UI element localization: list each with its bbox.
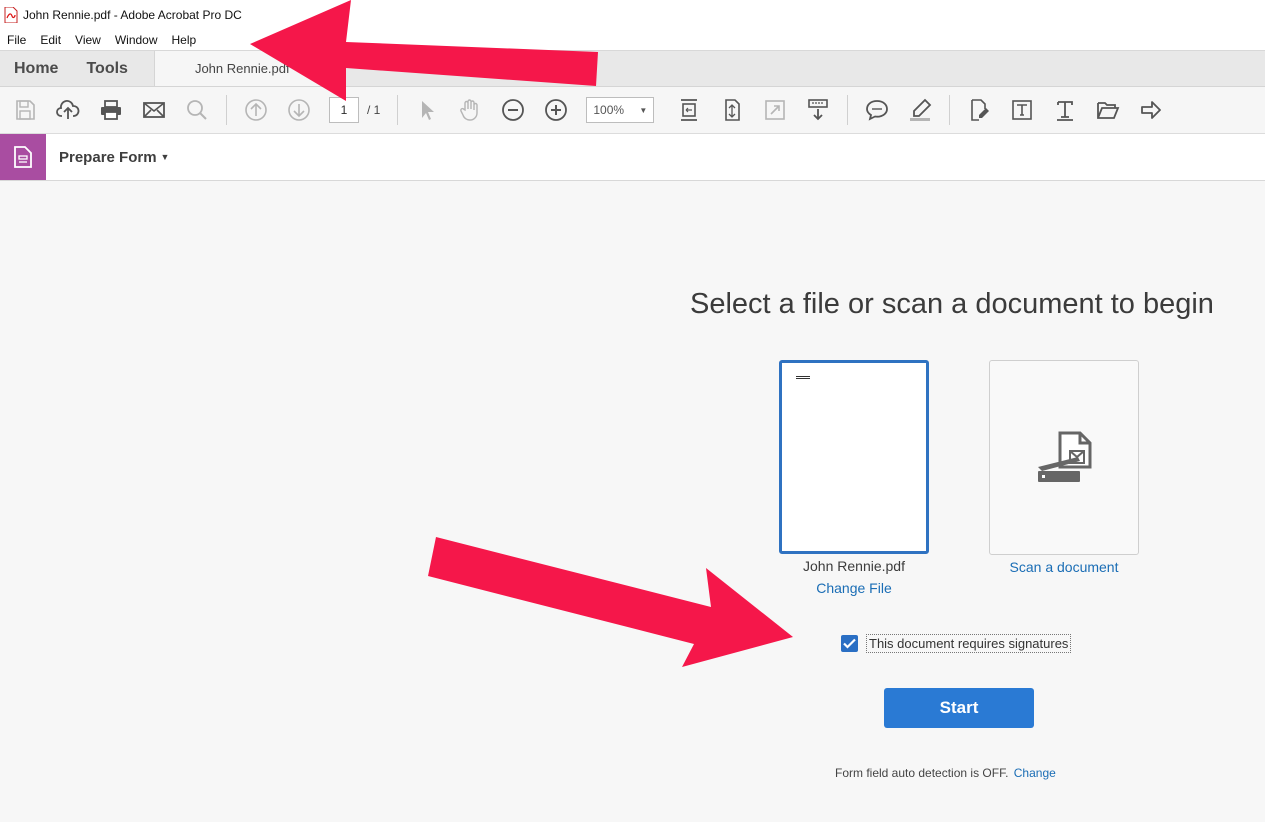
tab-document[interactable]: John Rennie.pdf [153, 51, 344, 86]
arrow-right-icon [1141, 101, 1162, 119]
prepare-form-bar: Prepare Form ▼ [0, 134, 1265, 181]
arrow-down-circle-icon [288, 99, 310, 121]
menu-bar: File Edit View Window Help [0, 30, 1265, 50]
zoom-in-button[interactable] [539, 93, 573, 127]
zoom-level-select[interactable]: 100% ▼ [586, 97, 655, 123]
cloud-upload-icon [56, 100, 80, 119]
save-icon [16, 100, 35, 120]
save-button[interactable] [8, 93, 42, 127]
prepare-form-menu[interactable]: Prepare Form ▼ [59, 149, 169, 166]
page-total: / 1 [367, 103, 381, 117]
add-text-button[interactable] [1048, 93, 1082, 127]
select-tool-button[interactable] [410, 93, 444, 127]
start-button[interactable]: Start [884, 688, 1034, 728]
folder-open-icon [1097, 102, 1120, 119]
open-folder-button[interactable] [1091, 93, 1125, 127]
scanner-icon [1038, 431, 1092, 482]
arrow-up-circle-icon [245, 99, 267, 121]
auto-detection-text: Form field auto detection is OFF. [835, 766, 1009, 780]
hand-icon [460, 99, 479, 121]
form-document-icon [14, 146, 32, 168]
next-page-button[interactable] [282, 93, 316, 127]
text-t-icon [1057, 101, 1074, 121]
keyboard-input-button[interactable] [801, 93, 835, 127]
menu-file[interactable]: File [0, 33, 33, 47]
prepare-form-title: Prepare Form [59, 148, 157, 166]
change-file-link[interactable]: Change File [779, 580, 929, 596]
toolbar-divider [226, 95, 227, 125]
main-toolbar: 1 / 1 100% ▼ [0, 87, 1265, 134]
print-button[interactable] [94, 93, 128, 127]
auto-detection-status: Form field auto detection is OFF. Change [835, 766, 1056, 780]
upload-cloud-button[interactable] [51, 93, 85, 127]
scan-document-card[interactable] [989, 360, 1139, 555]
edit-pdf-button[interactable] [962, 93, 996, 127]
tab-bar: Home Tools John Rennie.pdf [0, 50, 1265, 87]
change-detection-link[interactable]: Change [1014, 766, 1056, 780]
requires-signatures-checkbox[interactable] [841, 635, 858, 652]
highlighter-pen-icon [910, 98, 932, 121]
share-button[interactable] [1134, 93, 1168, 127]
fit-page-button[interactable] [672, 93, 706, 127]
annotation-arrow-bottom [428, 537, 793, 667]
scan-document-link[interactable]: Scan a document [989, 559, 1139, 575]
fit-page-icon [681, 99, 698, 121]
zoom-out-icon [502, 99, 525, 121]
previous-page-button[interactable] [239, 93, 273, 127]
pdf-file-icon [4, 7, 18, 23]
menu-edit[interactable]: Edit [33, 33, 68, 47]
text-box-button[interactable] [1005, 93, 1039, 127]
search-icon [187, 100, 207, 120]
speech-bubble-icon [866, 100, 889, 121]
page-heading: Select a file or scan a document to begi… [690, 288, 1214, 320]
window-title: John Rennie.pdf - Adobe Acrobat Pro DC [23, 8, 242, 22]
full-screen-button[interactable] [758, 93, 792, 127]
scrolling-mode-button[interactable] [715, 93, 749, 127]
menu-window[interactable]: Window [108, 33, 165, 47]
toolbar-divider [847, 95, 849, 125]
printer-icon [101, 100, 121, 120]
window-titlebar: John Rennie.pdf - Adobe Acrobat Pro DC [0, 0, 1265, 30]
requires-signatures-label[interactable]: This document requires signatures [866, 634, 1072, 653]
prepare-form-tool-icon [0, 134, 46, 180]
highlight-button[interactable] [903, 93, 937, 127]
page-number-input[interactable]: 1 [329, 97, 359, 123]
tab-tools[interactable]: Tools [72, 51, 141, 86]
toolbar-divider [949, 95, 951, 125]
zoom-out-button[interactable] [496, 93, 530, 127]
checkmark-icon [843, 638, 856, 649]
menu-help[interactable]: Help [165, 33, 204, 47]
scroll-page-icon [725, 99, 741, 121]
thumbnail-text-lines [796, 376, 810, 379]
selected-file-thumbnail[interactable] [779, 360, 929, 554]
selected-file-name: John Rennie.pdf [803, 558, 905, 574]
email-button[interactable] [137, 93, 171, 127]
hand-tool-button[interactable] [453, 93, 487, 127]
find-button[interactable] [180, 93, 214, 127]
menu-view[interactable]: View [68, 33, 108, 47]
comment-button[interactable] [860, 93, 894, 127]
expand-icon [765, 100, 786, 120]
zoom-level-value: 100% [593, 103, 625, 117]
toolbar-divider [397, 95, 399, 125]
cursor-arrow-icon [422, 101, 435, 120]
text-box-icon [1012, 100, 1033, 120]
caret-down-icon: ▼ [160, 152, 170, 162]
chevron-down-icon: ▼ [639, 105, 648, 115]
tab-home[interactable]: Home [0, 51, 72, 86]
mail-icon [143, 102, 165, 118]
edit-document-icon [971, 99, 990, 121]
zoom-in-icon [545, 99, 568, 121]
keyboard-download-icon [808, 99, 829, 121]
